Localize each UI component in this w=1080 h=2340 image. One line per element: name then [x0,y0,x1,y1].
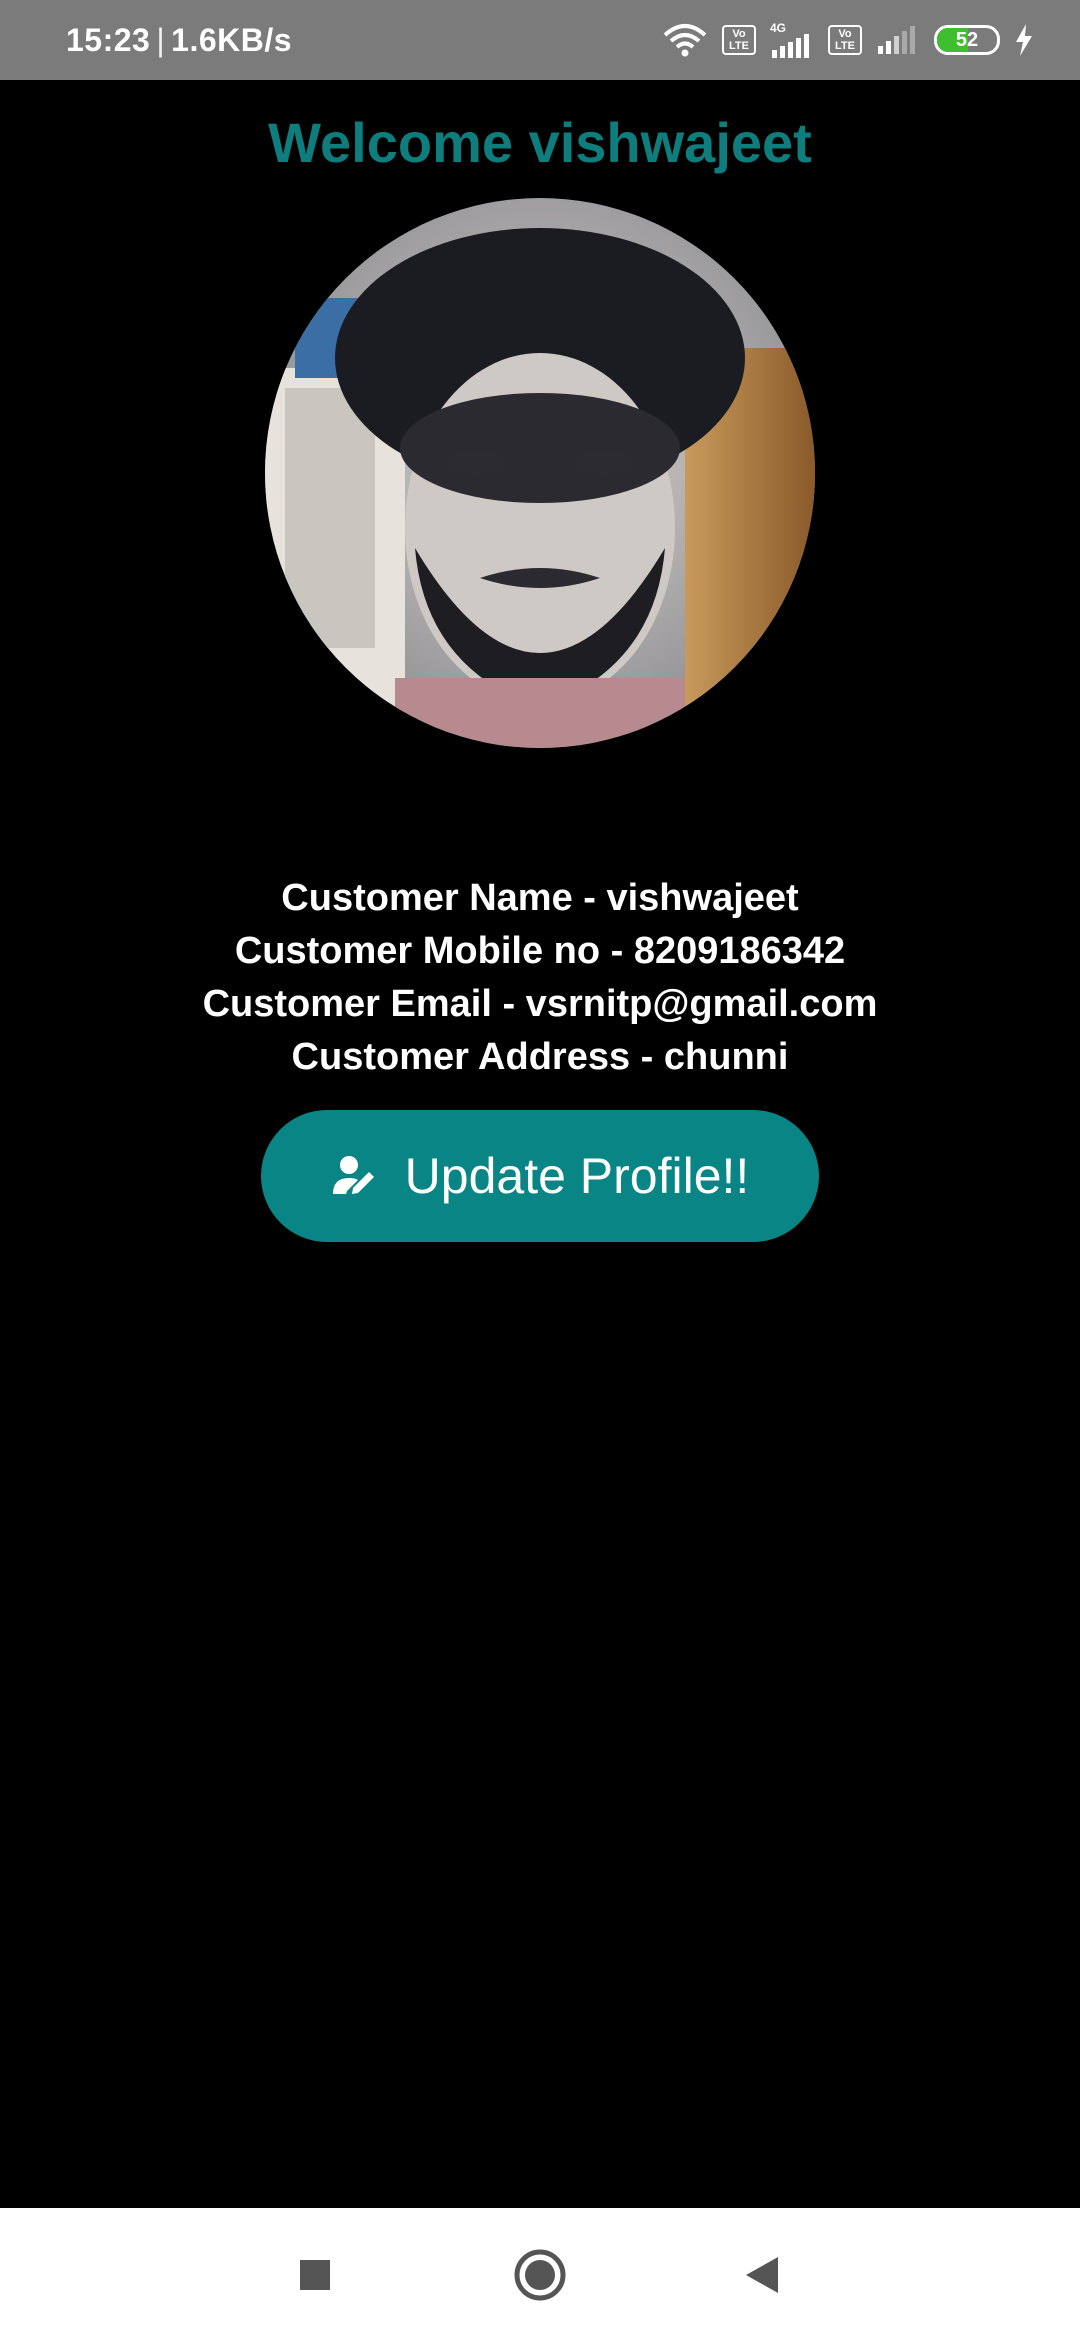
volte-badge-top: Vo [732,28,746,40]
home-circle-icon [514,2249,566,2301]
status-bar-right: Vo LTE 4G Vo LTE 52 [662,22,1034,58]
profile-screen: Welcome vishwajeet Customer Name - vishw… [0,80,1080,2208]
network-type-label: 4G [770,21,787,35]
volte-badge-top: Vo [838,28,852,40]
recents-button[interactable] [288,2248,342,2302]
customer-mobile: Customer Mobile no - 8209186342 [234,930,846,972]
back-button[interactable] [735,2248,789,2302]
wifi-icon [663,24,707,57]
sim1-signal: 4G [770,22,814,58]
status-bar: 15:23 | 1.6KB/s Vo LTE 4G Vo LTE 52 [0,0,1080,80]
welcome-title: Welcome vishwajeet [268,111,812,174]
update-profile-button[interactable]: Update Profile!! [261,1110,819,1242]
clock: 15:23 [66,21,151,58]
update-profile-label: Update Profile!! [404,1148,750,1204]
customer-email: Customer Email - vsrnitp@gmail.com [202,983,878,1025]
avatar-photo [265,198,815,748]
home-button[interactable] [513,2248,567,2302]
volte-badge-bottom: LTE [835,40,855,52]
network-speed: 1.6KB/s [171,21,293,58]
signal-icon [772,34,809,58]
customer-name: Customer Name - vishwajeet [281,877,799,919]
avatar [265,198,815,748]
battery-level: 52 [955,28,979,51]
volte-badge-sim2: Vo LTE [828,25,862,55]
recents-square-icon [300,2260,330,2290]
status-bar-left: 15:23 | 1.6KB/s [66,22,292,59]
back-triangle-icon [746,2257,778,2293]
separator: | [156,21,166,58]
navigation-bar [0,2208,1080,2340]
edit-person-icon [332,1156,374,1194]
volte-badge-bottom: LTE [729,40,749,52]
charging-icon [1016,24,1032,56]
signal-icon [878,26,915,54]
customer-info: Customer Name - vishwajeet Customer Mobi… [0,872,1080,1084]
customer-address: Customer Address - chunni [291,1036,789,1078]
volte-badge-sim1: Vo LTE [722,25,756,55]
battery-icon: 52 [934,25,1000,55]
